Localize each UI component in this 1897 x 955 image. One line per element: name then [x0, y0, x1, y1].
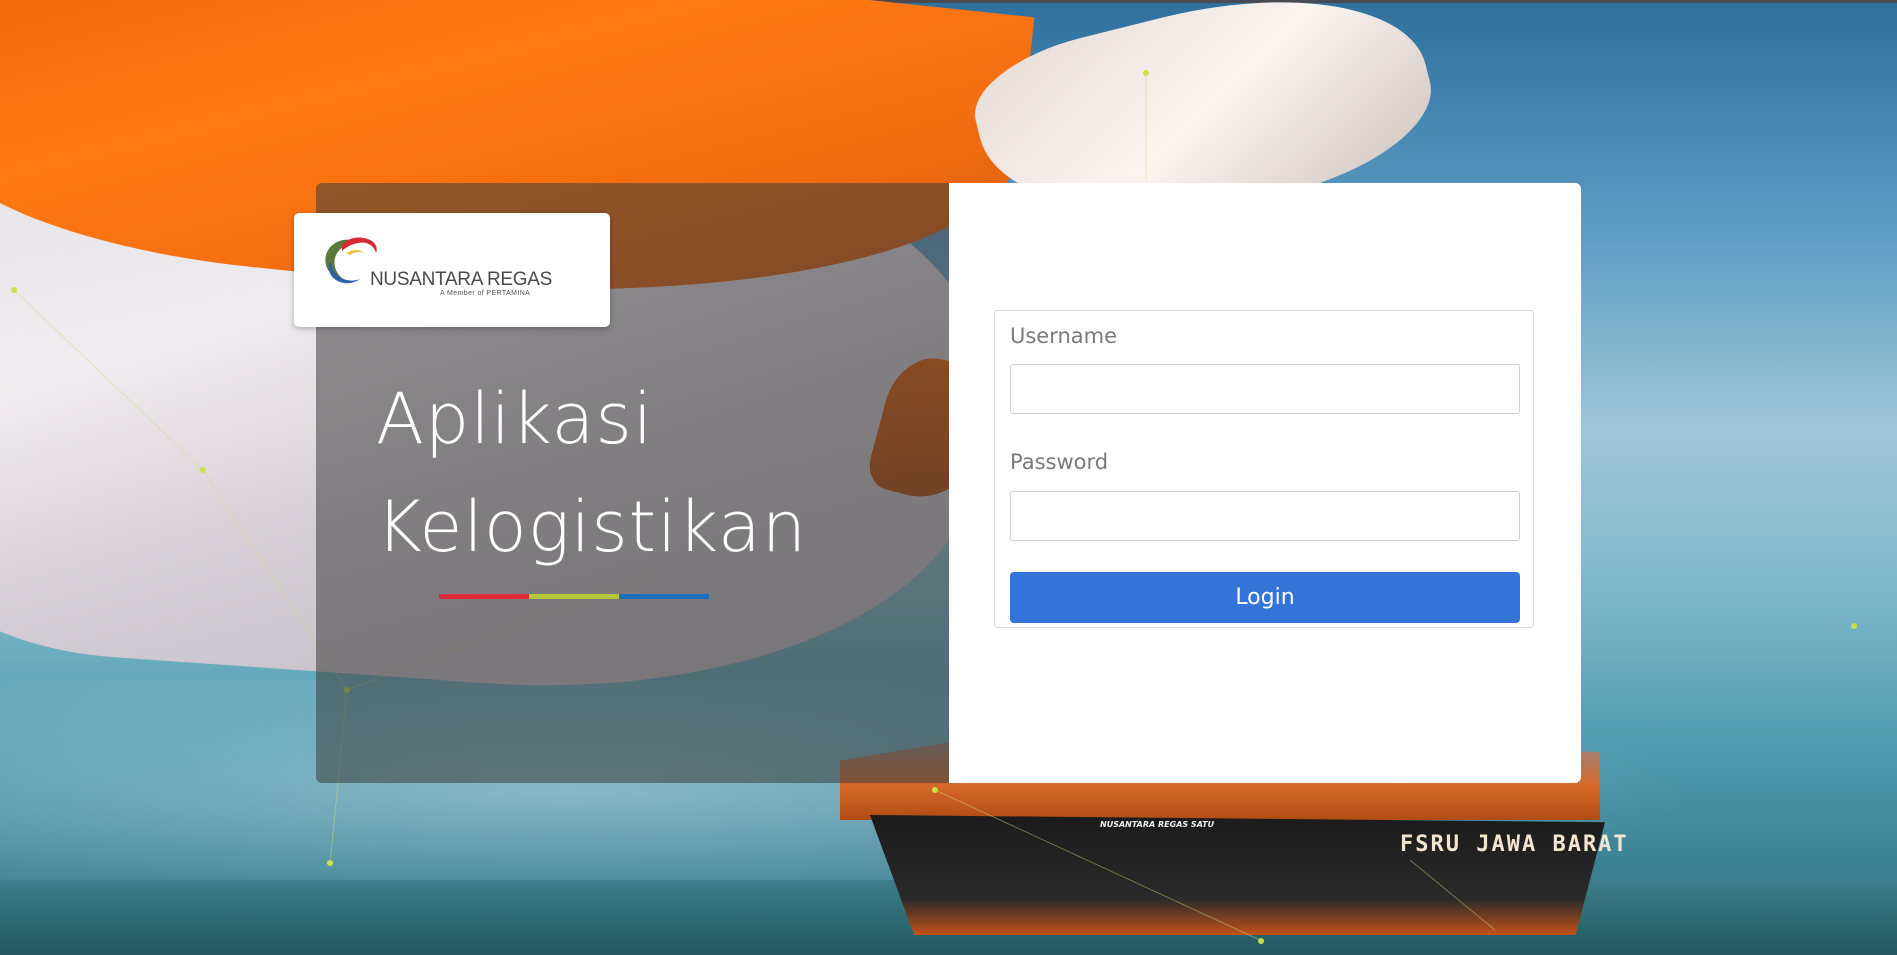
app-title-line2: Kelogistikan	[376, 486, 808, 568]
network-dot	[200, 467, 206, 473]
stripe-red	[439, 594, 529, 599]
username-input[interactable]	[1010, 364, 1520, 414]
network-dot	[1143, 70, 1149, 76]
username-label: Username	[1010, 324, 1118, 348]
stripe-blue	[619, 594, 709, 599]
app-title: Aplikasi Kelogistikan	[376, 365, 896, 581]
login-form: Username Password Login	[994, 310, 1534, 628]
network-dot	[11, 287, 17, 293]
network-dot	[327, 860, 333, 866]
company-tagline: A Member of PERTAMINA	[440, 290, 531, 297]
company-name: NUSANTARA REGAS	[370, 269, 553, 290]
password-input[interactable]	[1010, 491, 1520, 541]
stripe-green	[529, 594, 619, 599]
network-dot	[1851, 623, 1857, 629]
app-title-line1: Aplikasi	[376, 378, 654, 460]
company-logo: NUSANTARA REGAS A Member of PERTAMINA	[294, 213, 610, 327]
network-dot	[1258, 938, 1264, 944]
network-dot	[932, 787, 938, 793]
password-label: Password	[1010, 450, 1109, 474]
login-button[interactable]: Login	[1010, 572, 1520, 623]
